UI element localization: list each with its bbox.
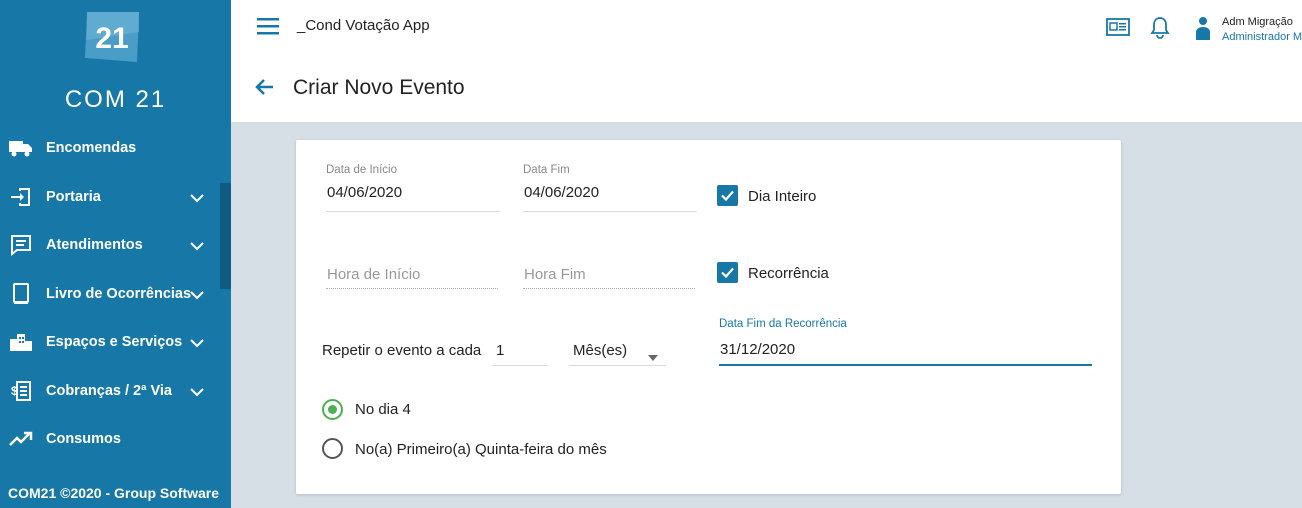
end-date-field[interactable]: Data Fim 04/06/2020 (523, 164, 697, 212)
user-name[interactable]: Adm Migração (1222, 16, 1293, 28)
login-door-icon (8, 186, 34, 208)
all-day-label[interactable]: Dia Inteiro (748, 188, 816, 205)
chat-icon (8, 234, 34, 257)
logo: 21 COM 21 (0, 0, 231, 124)
sidebar-scrollbar[interactable] (220, 183, 231, 289)
check-icon (721, 190, 734, 202)
chevron-down-icon (190, 238, 204, 256)
truck-icon (8, 137, 34, 159)
weekday-option-label[interactable]: No(a) Primeiro(a) Quinta-feira do mês (355, 441, 607, 458)
sidebar-item-cobrancas[interactable]: $ Cobranças / 2ª Via (0, 367, 231, 416)
sidebar-item-atendimentos[interactable]: Atendimentos (0, 221, 231, 270)
field-underline (569, 365, 666, 366)
logo-mark: 21 (85, 12, 139, 62)
svg-text:$: $ (11, 384, 18, 398)
user-role: Administrador M (1222, 31, 1302, 43)
repeat-unit-select[interactable]: Mês(es) (569, 340, 666, 366)
field-underline (326, 211, 500, 212)
recurrence-end-date-label: Data Fim da Recorrência (719, 318, 847, 330)
dropdown-arrow-icon (648, 348, 658, 366)
logo-text: COM 21 (64, 86, 167, 113)
repeat-unit-value[interactable]: Mês(es) (573, 342, 627, 359)
sidebar: 21 COM 21 Encomendas Portaria Atendiment… (0, 0, 231, 508)
buildings-icon (8, 331, 34, 353)
hamburger-menu-icon[interactable] (257, 16, 281, 38)
recurrence-end-date-field[interactable]: Data Fim da Recorrência 31/12/2020 (719, 318, 1092, 366)
check-icon (721, 267, 734, 279)
app-title: _Cond Votação App (297, 17, 430, 34)
sidebar-item-label: Consumos (46, 431, 121, 448)
sidebar-item-encomendas[interactable]: Encomendas (0, 124, 231, 173)
sidebar-item-portaria[interactable]: Portaria (0, 173, 231, 222)
sidebar-footer: COM21 ©2020 - Group Software (8, 485, 220, 501)
chevron-down-icon (190, 384, 204, 402)
sidebar-nav: Encomendas Portaria Atendimentos Livro d… (0, 124, 231, 464)
radio-day-option[interactable] (322, 399, 343, 420)
field-underline (523, 211, 697, 212)
repeat-interval-value[interactable]: 1 (496, 342, 504, 359)
sidebar-item-consumos[interactable]: Consumos (0, 415, 231, 464)
user-avatar-icon[interactable] (1194, 16, 1212, 45)
recurrence-end-date-value[interactable]: 31/12/2020 (720, 341, 795, 358)
sidebar-item-espacos-servicos[interactable]: Espaços e Serviços (0, 318, 231, 367)
newspaper-icon[interactable] (1106, 16, 1130, 43)
recurrence-label[interactable]: Recorrência (748, 265, 829, 282)
billing-icon: $ (8, 380, 34, 402)
day-option-label[interactable]: No dia 4 (355, 401, 411, 418)
field-underline (492, 365, 548, 366)
repeat-label: Repetir o evento a cada (322, 342, 482, 359)
start-date-value[interactable]: 04/06/2020 (327, 184, 402, 201)
event-form-card: Data de Início 04/06/2020 Data Fim 04/06… (296, 140, 1121, 494)
bell-icon[interactable] (1149, 16, 1171, 45)
repeat-interval-input[interactable]: 1 (492, 340, 548, 366)
end-date-value[interactable]: 04/06/2020 (524, 184, 599, 201)
start-time-placeholder: Hora de Início (327, 266, 421, 283)
end-date-label: Data Fim (523, 164, 570, 176)
radio-weekday-option[interactable] (322, 438, 343, 459)
start-date-field[interactable]: Data de Início 04/06/2020 (326, 164, 500, 212)
chevron-down-icon (190, 287, 204, 305)
end-time-field[interactable]: Hora Fim (523, 266, 695, 289)
field-underline-focused (719, 364, 1092, 366)
all-day-checkbox[interactable] (717, 185, 738, 206)
trending-up-icon (8, 428, 34, 450)
end-time-placeholder: Hora Fim (524, 266, 586, 283)
back-arrow-icon[interactable] (255, 78, 275, 101)
book-icon (8, 282, 34, 305)
svg-text:21: 21 (95, 22, 128, 55)
chevron-down-icon (190, 335, 204, 353)
start-date-label: Data de Início (326, 164, 397, 176)
start-time-field[interactable]: Hora de Início (326, 266, 498, 289)
sidebar-item-label: Encomendas (46, 140, 137, 157)
page-header: Criar Novo Evento (231, 56, 1302, 122)
sidebar-item-livro-ocorrencias[interactable]: Livro de Ocorrências (0, 270, 231, 319)
chevron-down-icon (190, 190, 204, 208)
page-title: Criar Novo Evento (293, 76, 465, 99)
recurrence-checkbox[interactable] (717, 262, 738, 283)
top-bar: _Cond Votação App Adm Migração Administr… (231, 0, 1302, 56)
